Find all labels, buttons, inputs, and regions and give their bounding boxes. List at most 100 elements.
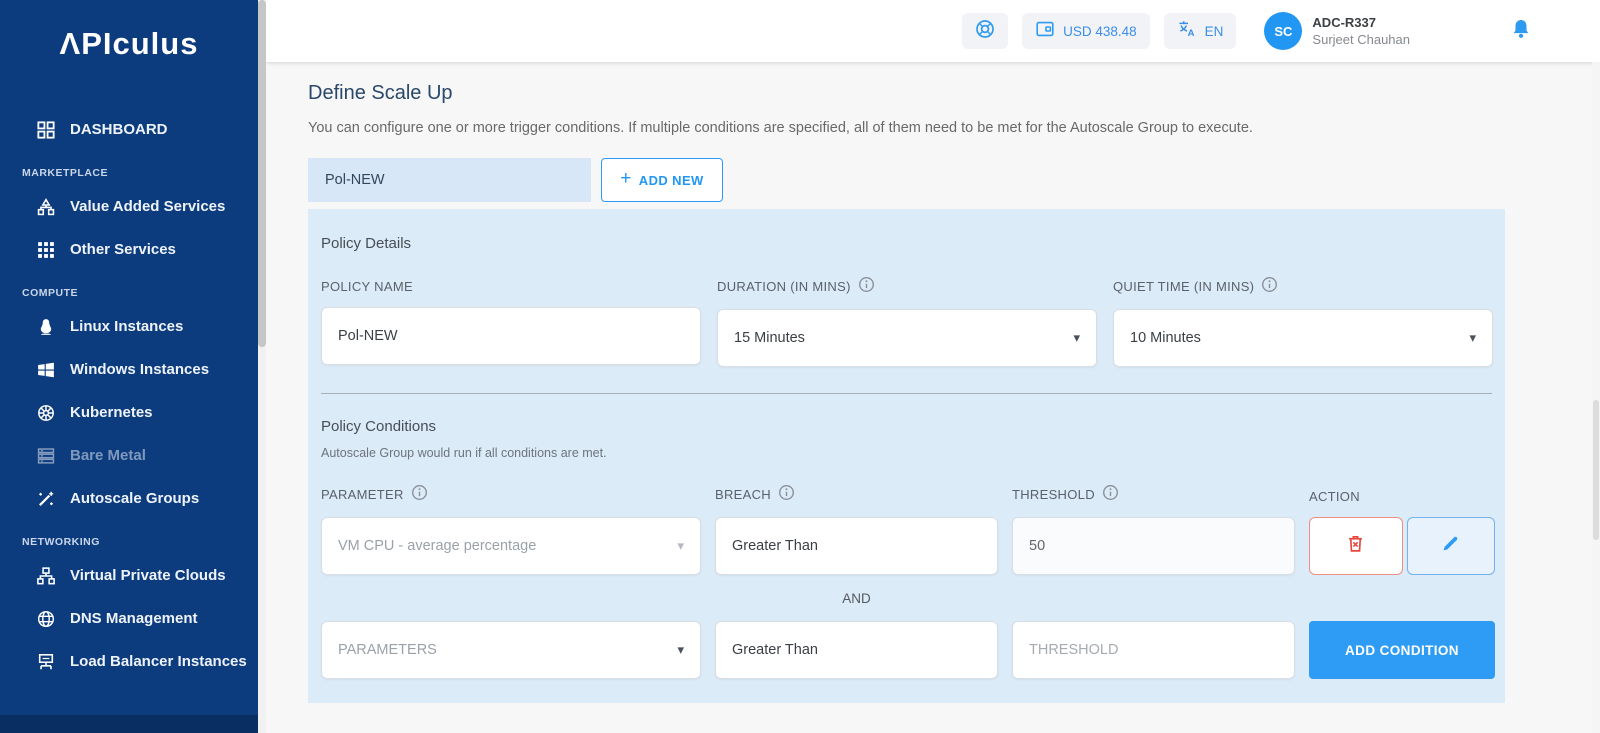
sidebar-item-label: Other Services [70, 241, 176, 258]
policy-tabs: Pol-NEW + ADD NEW [308, 158, 1600, 202]
duration-select[interactable]: 15 Minutes ▾ [717, 309, 1097, 367]
notifications-button[interactable] [1510, 18, 1532, 45]
linux-icon [36, 317, 55, 336]
language-label: EN [1205, 24, 1224, 39]
breach-value-box[interactable]: Greater Than [715, 517, 998, 575]
sidebar-section-compute: COMPUTE [0, 287, 258, 299]
sidebar-item-load-balancer-instances[interactable]: Load Balancer Instances [0, 640, 258, 683]
main-content: Define Scale Up You can configure one or… [266, 62, 1600, 733]
sidebar-item-kubernetes[interactable]: Kubernetes [0, 391, 258, 434]
policy-name-input[interactable] [321, 307, 701, 365]
dns-globe-icon [36, 609, 55, 628]
translate-icon: A [1177, 19, 1197, 44]
action-label: ACTION [1309, 489, 1495, 504]
breach-value-box-2[interactable]: Greater Than [715, 621, 998, 679]
sidebar-item-linux-instances[interactable]: Linux Instances [0, 305, 258, 348]
wallet-icon [1035, 19, 1055, 44]
sidebar-nav: DASHBOARD MARKETPLACE Value Added Servic… [0, 108, 258, 683]
load-balancer-icon [36, 652, 55, 671]
sidebar-item-label: Linux Instances [70, 318, 183, 335]
sidebar-footer-strip [0, 715, 258, 733]
duration-label: DURATION (IN MINS) [717, 276, 1097, 296]
sidebar-section-networking: NETWORKING [0, 536, 258, 548]
chevron-down-icon: ▾ [1073, 330, 1080, 346]
app-logo: ΛPIculus [0, 26, 258, 62]
sidebar-item-label: Windows Instances [70, 361, 209, 378]
sidebar-scrollbar[interactable] [258, 0, 266, 733]
lifebuoy-icon [975, 19, 995, 44]
sidebar-item-dashboard[interactable]: DASHBOARD [0, 108, 258, 151]
sidebar-scrollbar-thumb[interactable] [258, 0, 266, 347]
sidebar-item-label: DASHBOARD [70, 121, 168, 138]
autoscale-groups-icon [36, 489, 55, 508]
sidebar-item-label: DNS Management [70, 610, 198, 627]
help-button[interactable] [962, 13, 1008, 49]
sidebar-section-marketplace: MARKETPLACE [0, 167, 258, 179]
add-new-label: ADD NEW [639, 173, 704, 188]
page-subtitle: You can configure one or more trigger co… [308, 120, 1600, 136]
pencil-icon [1441, 534, 1460, 558]
wallet-balance-button[interactable]: USD 438.48 [1022, 13, 1150, 49]
breach-value: Greater Than [732, 642, 818, 658]
bare-metal-icon [36, 446, 55, 465]
avatar: SC [1264, 12, 1302, 50]
topbar: USD 438.48 A EN SC ADC-R337 Surjeet Chau… [266, 0, 1600, 62]
svg-text:A: A [1187, 28, 1194, 39]
kubernetes-icon [36, 403, 55, 422]
chevron-down-icon: ▾ [677, 538, 684, 554]
trash-icon [1346, 534, 1365, 558]
user-name: Surjeet Chauhan [1312, 32, 1410, 47]
parameters-select[interactable]: PARAMETERS ▾ [321, 621, 701, 679]
sidebar-item-bare-metal[interactable]: Bare Metal [0, 434, 258, 477]
parameter-select[interactable]: VM CPU - average percentage ▾ [321, 517, 701, 575]
policy-panel: Policy Details POLICY NAME DURATION (IN … [308, 209, 1505, 703]
plus-icon: + [620, 168, 632, 190]
sidebar-item-virtual-private-clouds[interactable]: Virtual Private Clouds [0, 554, 258, 597]
sidebar-item-other-services[interactable]: Other Services [0, 228, 258, 271]
quiet-time-label: QUIET TIME (IN MINS) [1113, 276, 1493, 296]
quiet-time-value: 10 Minutes [1130, 330, 1201, 346]
language-button[interactable]: A EN [1164, 13, 1237, 49]
delete-condition-button[interactable] [1309, 517, 1403, 575]
bell-icon [1510, 27, 1532, 44]
info-icon[interactable] [858, 276, 875, 296]
threshold-label: THRESHOLD [1012, 484, 1295, 504]
sidebar-item-label: Value Added Services [70, 198, 225, 215]
breach-label: BREACH [715, 484, 998, 504]
duration-value: 15 Minutes [734, 330, 805, 346]
action-buttons [1309, 517, 1495, 575]
sidebar-item-windows-instances[interactable]: Windows Instances [0, 348, 258, 391]
add-new-button[interactable]: + ADD NEW [601, 158, 723, 202]
add-condition-button[interactable]: ADD CONDITION [1309, 621, 1495, 679]
page-scrollbar[interactable] [1592, 62, 1600, 733]
info-icon[interactable] [778, 484, 795, 504]
page-title: Define Scale Up [308, 82, 1600, 105]
value-added-services-icon [36, 197, 55, 216]
account-id: ADC-R337 [1312, 15, 1410, 30]
edit-condition-button[interactable] [1407, 517, 1495, 575]
policy-name-label: POLICY NAME [321, 279, 701, 294]
sidebar-item-autoscale-groups[interactable]: Autoscale Groups [0, 477, 258, 520]
user-menu[interactable]: SC ADC-R337 Surjeet Chauhan [1264, 12, 1410, 50]
sidebar-item-label: Bare Metal [70, 447, 146, 464]
sidebar-item-value-added-services[interactable]: Value Added Services [0, 185, 258, 228]
user-info: ADC-R337 Surjeet Chauhan [1312, 15, 1410, 47]
quiet-time-select[interactable]: 10 Minutes ▾ [1113, 309, 1493, 367]
info-icon[interactable] [411, 484, 428, 504]
threshold-input-2[interactable] [1012, 621, 1295, 679]
sidebar: ΛPIculus DASHBOARD MARKETPLACE Value Add… [0, 0, 258, 733]
info-icon[interactable] [1102, 484, 1119, 504]
chevron-down-icon: ▾ [1469, 330, 1476, 346]
tab-pol-new[interactable]: Pol-NEW [308, 158, 591, 202]
threshold-input[interactable] [1012, 517, 1295, 575]
page-scrollbar-thumb[interactable] [1593, 400, 1599, 540]
virtual-private-clouds-icon [36, 566, 55, 585]
dashboard-icon [36, 120, 55, 139]
sidebar-item-label: Load Balancer Instances [70, 653, 247, 670]
policy-details-heading: Policy Details [321, 235, 1492, 252]
policy-conditions-note: Autoscale Group would run if all conditi… [321, 446, 1492, 460]
info-icon[interactable] [1261, 276, 1278, 296]
section-divider [321, 393, 1492, 394]
sidebar-item-dns-management[interactable]: DNS Management [0, 597, 258, 640]
other-services-icon [36, 240, 55, 259]
